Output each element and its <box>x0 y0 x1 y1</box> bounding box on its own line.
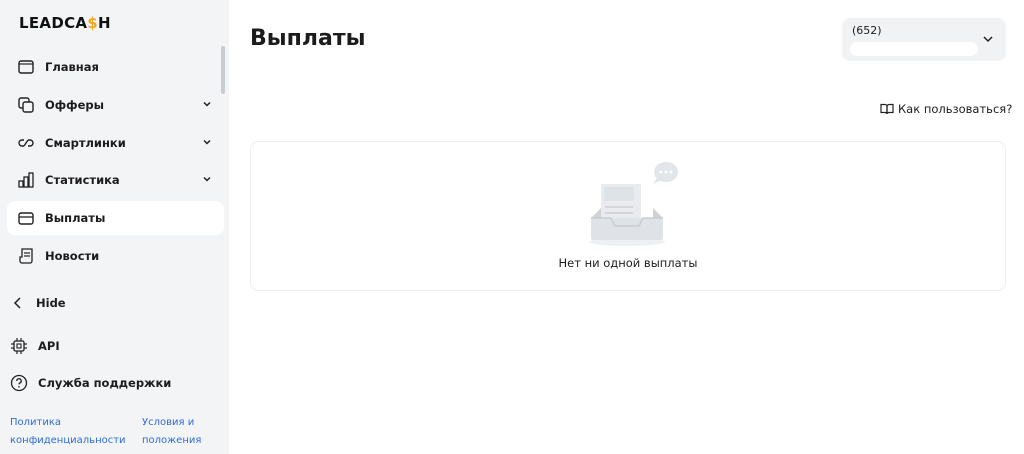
help-circle-icon <box>10 374 28 392</box>
sidebar-item-label: Новости <box>45 249 100 263</box>
privacy-policy-line-2: конфиденциальности <box>10 435 126 446</box>
sidebar-item-offers[interactable]: Офферы <box>7 88 224 122</box>
chevron-left-icon <box>13 297 21 309</box>
sidebar-item-label: Смартлинки <box>45 136 126 150</box>
hide-sidebar-button[interactable]: Hide <box>10 296 66 310</box>
sidebar-item-smartlinks[interactable]: Смартлинки <box>7 126 224 160</box>
account-id: (652) <box>852 24 882 37</box>
sidebar-item-label: Статистика <box>45 173 120 187</box>
api-link[interactable]: API <box>10 337 60 355</box>
sidebar-item-home[interactable]: Главная <box>7 50 224 84</box>
chevron-down-icon[interactable] <box>202 99 212 109</box>
page-title: Выплаты <box>250 26 366 51</box>
empty-state-message: Нет ни одной выплаты <box>558 256 698 270</box>
payouts-empty-state: Нет ни одной выплаты <box>250 141 1006 291</box>
chevron-down-icon[interactable] <box>202 137 212 147</box>
sidebar-item-statistics[interactable]: Статистика <box>7 163 224 197</box>
home-window-icon <box>17 58 35 76</box>
book-icon <box>880 103 894 115</box>
sidebar-item-payouts[interactable]: Выплаты <box>7 201 224 235</box>
news-icon <box>17 247 35 265</box>
sidebar-item-news[interactable]: Новости <box>7 239 224 273</box>
privacy-policy-link[interactable]: Политика конфиденциальности <box>10 414 126 450</box>
how-to-use-link[interactable]: Как пользоваться? <box>880 102 1012 116</box>
chip-icon <box>11 338 27 354</box>
support-label: Служба поддержки <box>38 376 172 390</box>
sidebar-item-label: Главная <box>45 60 99 74</box>
sidebar-item-label: Выплаты <box>45 211 106 225</box>
terms-line-2: положения <box>142 435 202 446</box>
empty-inbox-icon <box>589 162 678 246</box>
support-link[interactable]: Служба поддержки <box>10 374 171 392</box>
api-label: API <box>38 339 60 353</box>
terms-link[interactable]: Условия и положения <box>142 414 201 450</box>
privacy-policy-line-1: Политика <box>10 417 62 428</box>
account-name-placeholder <box>850 42 978 56</box>
hide-label: Hide <box>36 296 66 310</box>
chevron-down-icon[interactable] <box>202 174 212 184</box>
offers-icon <box>17 96 35 114</box>
card-icon <box>17 209 35 227</box>
sidebar-item-label: Офферы <box>45 98 105 112</box>
sidebar: LEADCA$H Главная Офферы Смартлинки Стати… <box>0 0 229 454</box>
link-icon <box>17 134 35 152</box>
chevron-down-icon <box>983 36 993 43</box>
brand-logo[interactable]: LEADCA$H <box>19 14 111 32</box>
how-to-use-label: Как пользоваться? <box>898 102 1013 116</box>
bar-chart-icon <box>17 171 35 189</box>
account-selector[interactable]: (652) <box>842 18 1006 61</box>
terms-line-1: Условия и <box>142 417 195 428</box>
